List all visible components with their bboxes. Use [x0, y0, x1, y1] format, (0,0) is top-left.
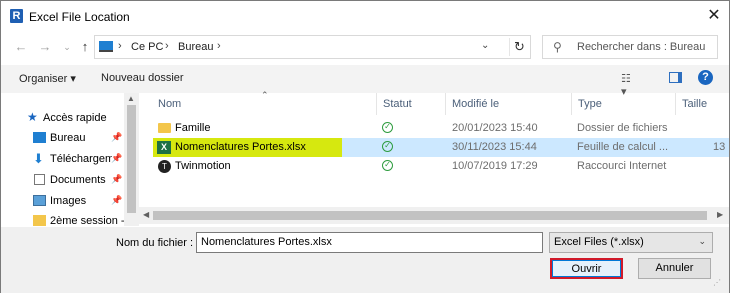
sync-ok-icon: ✓ [382, 160, 393, 171]
sidebar-item-downloads[interactable]: ⬇ Téléchargements 📌 [1, 150, 126, 168]
sort-ascending-icon: ⌃ [261, 90, 269, 100]
file-row[interactable]: T Twinmotion ✓ 10/07/2019 17:29 Raccourc… [153, 157, 729, 176]
pin-icon: 📌 [111, 153, 123, 163]
close-icon[interactable]: ✕ [705, 7, 723, 25]
navigation-pane: ★ Accès rapide Bureau 📌 ⬇ Téléchargement… [1, 93, 139, 226]
file-type-value: Excel Files (*.xlsx) [554, 236, 644, 248]
twinmotion-icon: T [158, 160, 171, 173]
file-type-select[interactable]: Excel Files (*.xlsx) ⌄ [549, 232, 713, 253]
breadcrumb-separator: › [165, 40, 169, 52]
nav-scrollbar[interactable]: ▲ [124, 93, 139, 226]
sidebar-item-quick-access[interactable]: ★ Accès rapide [1, 109, 126, 127]
organize-button[interactable]: Organiser ▾ [19, 72, 76, 85]
pin-icon: 📌 [111, 174, 123, 184]
download-icon: ⬇ [33, 151, 44, 166]
preview-pane-icon[interactable] [669, 72, 682, 83]
pin-icon: 📌 [111, 195, 123, 205]
filename-input[interactable]: Nomenclatures Portes.xlsx [196, 232, 543, 253]
file-name: Famille [175, 122, 211, 134]
sidebar-item-label: Images [50, 195, 87, 207]
sync-ok-icon: ✓ [382, 122, 393, 133]
column-header-modified[interactable]: Modifié le [452, 98, 499, 110]
refresh-icon[interactable]: ↻ [509, 38, 529, 56]
file-row[interactable]: Famille ✓ 20/01/2023 15:40 Dossier de fi… [153, 119, 729, 138]
help-icon[interactable]: ? [698, 70, 713, 85]
column-divider[interactable] [675, 93, 676, 115]
open-button[interactable]: Ouvrir [550, 258, 623, 279]
breadcrumb-separator: › [217, 40, 221, 52]
back-arrow-icon[interactable]: ← [13, 39, 29, 55]
excel-icon: X [157, 141, 171, 154]
column-divider[interactable] [376, 93, 377, 115]
breadcrumb-separator: › [118, 40, 122, 52]
recent-locations-chevron-icon[interactable]: ⌄ [59, 39, 75, 55]
file-type: Feuille de calcul ... [577, 141, 669, 153]
file-name: Nomenclatures Portes.xlsx [175, 141, 306, 153]
sidebar-item-bureau[interactable]: Bureau 📌 [1, 129, 126, 147]
breadcrumb-ce-pc[interactable]: Ce PC [131, 41, 163, 53]
column-header-name[interactable]: Nom [158, 98, 181, 110]
pin-icon: 📌 [111, 132, 123, 142]
cancel-button[interactable]: Annuler [638, 258, 711, 279]
column-header-status[interactable]: Statut [383, 98, 412, 110]
title-bar: R Excel File Location ✕ [1, 1, 729, 31]
search-icon: ⚲ [553, 40, 562, 54]
file-size: 13 [713, 141, 726, 153]
sidebar-item-session[interactable]: 2ème session - 2 [1, 212, 126, 226]
column-header-type[interactable]: Type [578, 98, 602, 110]
images-icon [33, 195, 46, 206]
sidebar-item-label: Bureau [50, 132, 86, 144]
file-row-selected[interactable]: X Nomenclatures Portes.xlsx ✓ 30/11/2023… [153, 138, 729, 157]
filename-label: Nom du fichier : [116, 237, 194, 249]
forward-arrow-icon[interactable]: → [37, 39, 53, 55]
file-modified: 10/07/2019 17:29 [452, 160, 538, 172]
folder-icon [158, 123, 171, 133]
address-dropdown-icon[interactable]: ⌄ [481, 40, 489, 51]
revit-app-icon: R [10, 9, 23, 23]
sync-ok-icon: ✓ [382, 141, 393, 152]
nav-scroll-thumb[interactable] [127, 105, 136, 213]
scroll-up-arrow-icon[interactable]: ▲ [127, 94, 135, 103]
computer-icon [99, 41, 113, 52]
chevron-down-icon: ⌄ [698, 236, 706, 246]
sidebar-item-label: Accès rapide [43, 112, 107, 124]
file-type: Dossier de fichiers [577, 122, 668, 134]
documents-icon [34, 174, 45, 185]
file-modified: 20/01/2023 15:40 [452, 122, 538, 134]
breadcrumb-bureau[interactable]: Bureau [178, 41, 213, 53]
sidebar-item-label: Téléchargements [50, 153, 112, 165]
resize-grip-icon[interactable]: ⋰ [713, 278, 721, 287]
scroll-right-arrow-icon[interactable]: ▶ [717, 210, 723, 219]
new-folder-button[interactable]: Nouveau dossier [101, 72, 184, 84]
address-bar[interactable]: › Ce PC › Bureau › ⌄ ↻ [94, 35, 531, 59]
folder-icon [33, 215, 46, 226]
column-header-size[interactable]: Taille [682, 98, 707, 110]
search-placeholder: Rechercher dans : Bureau [577, 41, 706, 53]
column-divider[interactable] [571, 93, 572, 115]
file-modified: 30/11/2023 15:44 [452, 141, 537, 153]
sidebar-item-images[interactable]: Images 📌 [1, 192, 126, 210]
column-divider[interactable] [445, 93, 446, 115]
star-icon: ★ [27, 110, 38, 124]
horizontal-scrollbar[interactable]: ◀ ▶ [139, 207, 729, 224]
sidebar-item-label: 2ème session - 2 [50, 215, 124, 226]
sidebar-item-documents[interactable]: Documents 📌 [1, 171, 126, 189]
file-type: Raccourci Internet [577, 160, 667, 172]
view-options-icon[interactable]: ☷ ▾ [621, 72, 635, 98]
command-bar: Organiser ▾ Nouveau dossier ☷ ▾ ? [1, 65, 729, 98]
scroll-left-arrow-icon[interactable]: ◀ [143, 210, 149, 219]
file-name: Twinmotion [175, 160, 231, 172]
horizontal-scroll-thumb[interactable] [153, 211, 707, 220]
search-box[interactable]: ⚲ Rechercher dans : Bureau [542, 35, 718, 59]
window-title: Excel File Location [29, 10, 130, 24]
sidebar-item-label: Documents [50, 174, 106, 186]
file-dialog: R Excel File Location ✕ ← → ⌄ ↑ › Ce PC … [0, 0, 730, 293]
up-arrow-icon[interactable]: ↑ [77, 39, 93, 55]
desktop-icon [33, 132, 46, 143]
